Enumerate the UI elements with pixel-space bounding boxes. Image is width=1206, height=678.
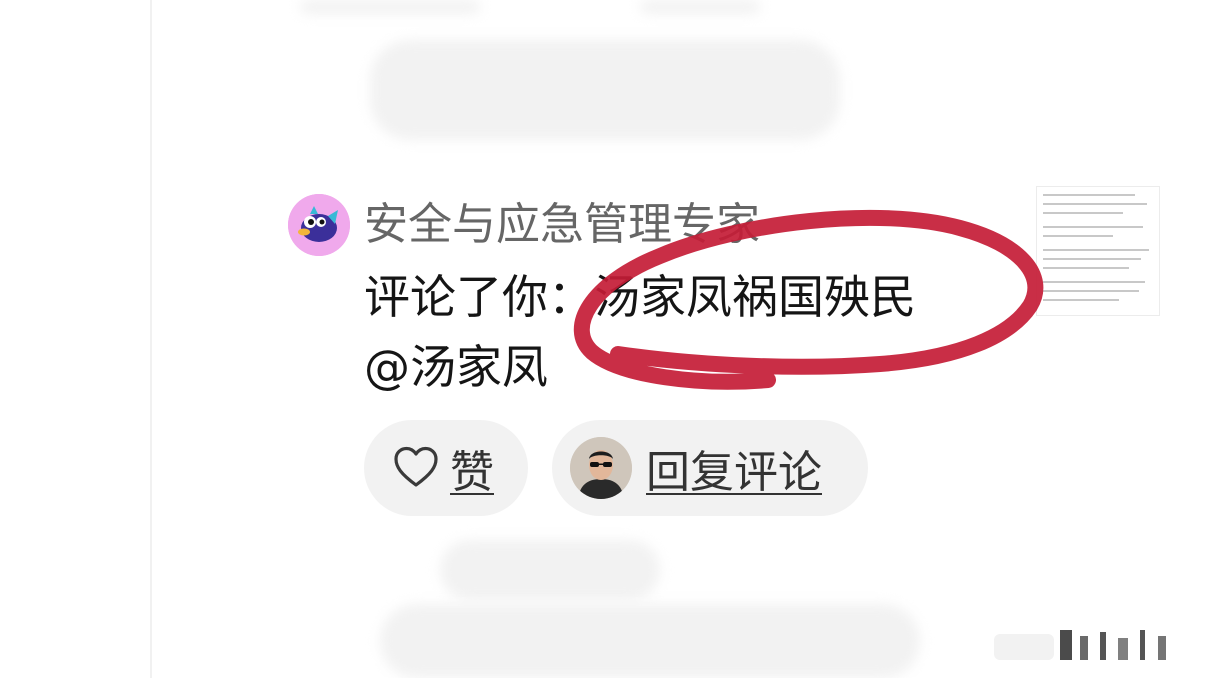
thumbnail-text-line [1043,258,1141,260]
thumbnail-text-line [1043,226,1143,228]
action-bar: 赞 回复评论 [364,420,984,516]
thumbnail-text-line [1043,267,1129,269]
blurred-region [370,40,840,140]
blurred-region [640,0,760,14]
mention-text[interactable]: @汤家凤 [364,338,548,396]
thumbnail-text-line [1043,235,1113,237]
comment-notification: 安全与应急管理专家 评论了你：汤家凤祸国殃民 @汤家凤 赞 回复评论 [288,190,1008,530]
left-divider [150,0,152,678]
thumbnail-text-line [1043,249,1149,251]
fish-avatar-icon [288,194,350,256]
thumbnail-text-line [1043,290,1139,292]
reply-comment-label: 回复评论 [646,447,822,498]
thumbnail-text-line [1043,194,1135,196]
thumbnail-text-line [1043,203,1147,205]
blurred-region [300,0,480,14]
thumbnail-text-line [1043,299,1119,301]
sender-avatar[interactable] [288,194,350,256]
user-avatar [570,437,632,499]
thumbnail-text-line [1043,212,1123,214]
comment-text: 评论了你：汤家凤祸国殃民 [364,270,916,324]
like-button[interactable]: 赞 [364,420,528,516]
reply-comment-button[interactable]: 回复评论 [552,420,868,516]
heart-icon [392,444,440,492]
blurred-region [380,604,920,678]
like-label: 赞 [450,447,494,498]
post-thumbnail[interactable] [1036,186,1160,316]
blurred-region [440,540,660,600]
sender-name[interactable]: 安全与应急管理专家 [364,198,760,252]
blurred-bottom-bars [994,630,1166,660]
thumbnail-text-line [1043,281,1145,283]
